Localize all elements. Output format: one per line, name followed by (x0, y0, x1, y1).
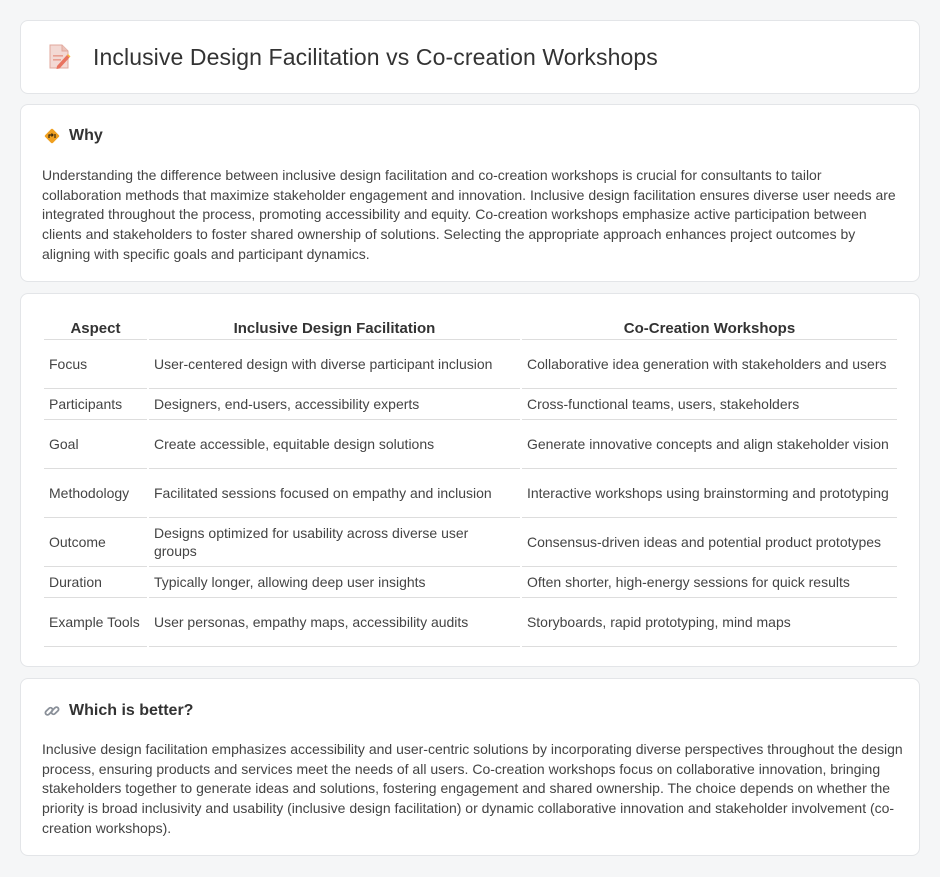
better-text: Inclusive design facilitation emphasizes… (42, 741, 903, 836)
table-row: Example Tools User personas, empathy map… (44, 598, 897, 647)
road-sign-icon (44, 128, 60, 144)
row-cocreation: Often shorter, high-energy sessions for … (521, 567, 897, 598)
why-heading: Why (69, 127, 103, 144)
row-cocreation: Interactive workshops using brainstormin… (521, 469, 897, 518)
better-heading: Which is better? (69, 702, 194, 719)
better-heading-row: Which is better? (43, 702, 193, 720)
table-row: Outcome Designs optimized for usability … (44, 518, 897, 567)
table-row: Participants Designers, end-users, acces… (44, 389, 897, 420)
row-aspect: Example Tools (44, 598, 147, 647)
row-aspect: Outcome (44, 518, 147, 567)
table-row: Duration Typically longer, allowing deep… (44, 567, 897, 598)
row-aspect: Goal (44, 420, 147, 469)
row-cocreation: Cross-functional teams, users, stakehold… (521, 389, 897, 420)
row-aspect: Focus (44, 340, 147, 389)
row-cocreation: Collaborative idea generation with stake… (521, 340, 897, 389)
row-inclusive: User-centered design with diverse partic… (148, 340, 520, 389)
row-inclusive: Create accessible, equitable design solu… (148, 420, 520, 469)
row-inclusive: User personas, empathy maps, accessibili… (148, 598, 520, 647)
row-inclusive: Typically longer, allowing deep user ins… (148, 567, 520, 598)
table-row: Goal Create accessible, equitable design… (44, 420, 897, 469)
which-better-section: Which is better? Inclusive design facili… (20, 678, 920, 856)
row-aspect: Duration (44, 567, 147, 598)
row-cocreation: Consensus-driven ideas and potential pro… (521, 518, 897, 567)
title-card: Inclusive Design Facilitation vs Co-crea… (20, 20, 920, 94)
table-row: Focus User-centered design with diverse … (44, 340, 897, 389)
comparison-card: Aspect Inclusive Design Facilitation Co-… (20, 293, 920, 667)
row-aspect: Participants (44, 389, 147, 420)
row-inclusive: Facilitated sessions focused on empathy … (148, 469, 520, 518)
document-pencil-icon (49, 44, 71, 69)
table-row: Methodology Facilitated sessions focused… (44, 469, 897, 518)
row-aspect: Methodology (44, 469, 147, 518)
header-inclusive-design: Inclusive Design Facilitation (148, 316, 520, 340)
row-inclusive: Designers, end-users, accessibility expe… (148, 389, 520, 420)
row-inclusive: Designs optimized for usability across d… (148, 518, 520, 567)
page-title: Inclusive Design Facilitation vs Co-crea… (93, 43, 658, 70)
header-aspect: Aspect (44, 316, 147, 340)
table-header-row: Aspect Inclusive Design Facilitation Co-… (44, 316, 897, 340)
row-cocreation: Generate innovative concepts and align s… (521, 420, 897, 469)
why-text: Understanding the difference between inc… (42, 167, 896, 262)
header-co-creation: Co-Creation Workshops (521, 316, 897, 340)
row-cocreation: Storyboards, rapid prototyping, mind map… (521, 598, 897, 647)
why-section: Why Understanding the difference between… (20, 104, 920, 282)
title-row: Inclusive Design Facilitation vs Co-crea… (47, 43, 658, 71)
why-heading-row: Why (43, 127, 103, 145)
link-icon (44, 706, 60, 716)
comparison-table: Aspect Inclusive Design Facilitation Co-… (42, 316, 899, 647)
